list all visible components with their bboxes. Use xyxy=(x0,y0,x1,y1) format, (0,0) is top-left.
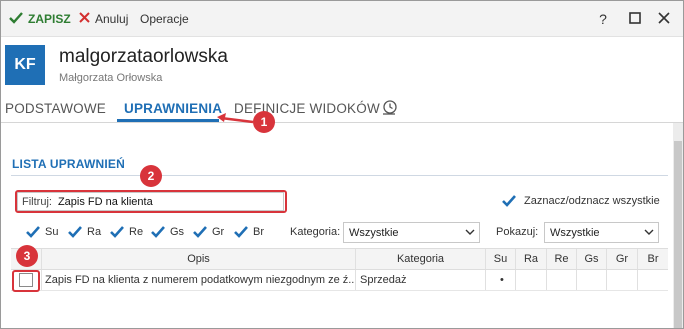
column-header-re[interactable]: Re xyxy=(547,249,577,269)
checkbox-ra-label: Ra xyxy=(87,226,102,238)
select-all-label: Zaznacz/odznacz wszystkie xyxy=(524,195,660,207)
annotation-badge-2: 2 xyxy=(140,165,162,187)
cancel-button[interactable]: Anuluj xyxy=(79,11,128,27)
chevron-down-icon xyxy=(644,227,654,237)
help-button[interactable]: ? xyxy=(595,10,611,28)
window-frame: ZAPISZ Anuluj Operacje ? KF malgorzataor… xyxy=(0,0,684,329)
checkbox-br-label: Br xyxy=(253,226,264,238)
column-header-opis[interactable]: Opis xyxy=(42,249,356,269)
maximize-icon xyxy=(629,11,641,27)
category-filter-value: Wszystkie xyxy=(349,226,399,239)
row-ra[interactable] xyxy=(516,270,547,290)
show-filter-label: Pokazuj: xyxy=(496,226,539,238)
checkmark-icon xyxy=(150,224,166,240)
tab-bar: PODSTAWOWE UPRAWNIENIA DEFINICJE WIDOKÓW xyxy=(1,95,683,123)
operations-menu[interactable]: Operacje xyxy=(140,11,189,27)
select-all-checkbox[interactable]: Zaznacz/odznacz wszystkie xyxy=(501,193,660,209)
operations-label: Operacje xyxy=(140,12,189,26)
table-row[interactable]: Zapis FD na klienta z numerem podatkowym… xyxy=(11,270,668,291)
checkmark-icon xyxy=(192,224,208,240)
cancel-label: Anuluj xyxy=(95,12,129,26)
highlight-box-row-checkbox xyxy=(12,270,40,292)
arrow-icon xyxy=(217,113,254,124)
column-header-kategoria[interactable]: Kategoria xyxy=(356,249,486,269)
show-filter-value: Wszystkie xyxy=(550,226,600,239)
column-header-br[interactable]: Br xyxy=(638,249,668,269)
highlight-box-filter xyxy=(15,190,287,213)
tabs-divider xyxy=(1,122,683,123)
close-button[interactable] xyxy=(656,10,672,28)
maximize-button[interactable] xyxy=(627,10,643,28)
tab-uprawnienia[interactable]: UPRAWNIENIA xyxy=(124,101,222,116)
scrollbar-thumb[interactable] xyxy=(674,141,682,328)
category-filter-select[interactable]: Wszystkie xyxy=(343,222,480,243)
column-header-gr[interactable]: Gr xyxy=(607,249,638,269)
page-subtitle: Małgorzata Orłowska xyxy=(59,72,163,84)
checkbox-su-label: Su xyxy=(45,226,59,238)
chevron-down-icon xyxy=(465,227,475,237)
checkbox-re[interactable]: Re xyxy=(109,223,143,241)
help-icon: ? xyxy=(599,11,607,27)
annotation-badge-3: 3 xyxy=(16,245,38,267)
column-header-su[interactable]: Su xyxy=(486,249,516,269)
row-re[interactable] xyxy=(547,270,577,290)
checkmark-icon xyxy=(109,224,125,240)
close-icon xyxy=(658,11,670,27)
category-filter-label: Kategoria: xyxy=(290,226,341,238)
checkbox-gr[interactable]: Gr xyxy=(192,223,224,241)
checkmark-icon xyxy=(25,224,41,240)
save-button[interactable]: ZAPISZ xyxy=(9,11,71,27)
tab-podstawowe[interactable]: PODSTAWOWE xyxy=(5,101,106,116)
row-kategoria: Sprzedaż xyxy=(356,270,486,290)
column-header-ra[interactable]: Ra xyxy=(516,249,547,269)
checkbox-gs-label: Gs xyxy=(170,226,185,238)
checkmark-icon xyxy=(501,193,517,209)
section-divider xyxy=(11,175,668,176)
grid-header: Opis Kategoria Su Ra Re Gs Gr Br xyxy=(11,248,668,270)
checkmark-icon xyxy=(67,224,83,240)
row-opis: Zapis FD na klienta z numerem podatkowym… xyxy=(42,270,356,290)
check-icon xyxy=(9,11,23,27)
row-gr[interactable] xyxy=(607,270,638,290)
avatar: KF xyxy=(5,45,45,85)
checkbox-gs[interactable]: Gs xyxy=(150,223,184,241)
checkbox-ra[interactable]: Ra xyxy=(67,223,101,241)
page-title: malgorzataorlowska xyxy=(59,46,228,67)
row-gs[interactable] xyxy=(577,270,607,290)
history-clock-icon[interactable] xyxy=(381,99,398,119)
save-label: ZAPISZ xyxy=(28,12,71,26)
section-title: LISTA UPRAWNIEŃ xyxy=(12,157,125,171)
checkbox-br[interactable]: Br xyxy=(233,223,264,241)
row-br[interactable] xyxy=(638,270,668,290)
x-icon xyxy=(79,12,90,26)
show-filter-select[interactable]: Wszystkie xyxy=(544,222,659,243)
row-su[interactable]: • xyxy=(486,270,516,290)
column-header-gs[interactable]: Gs xyxy=(577,249,607,269)
checkbox-re-label: Re xyxy=(129,226,144,238)
checkbox-su[interactable]: Su xyxy=(25,223,58,241)
checkmark-icon xyxy=(233,224,249,240)
toolbar: ZAPISZ Anuluj Operacje ? xyxy=(1,1,683,37)
checkbox-gr-label: Gr xyxy=(212,226,225,238)
